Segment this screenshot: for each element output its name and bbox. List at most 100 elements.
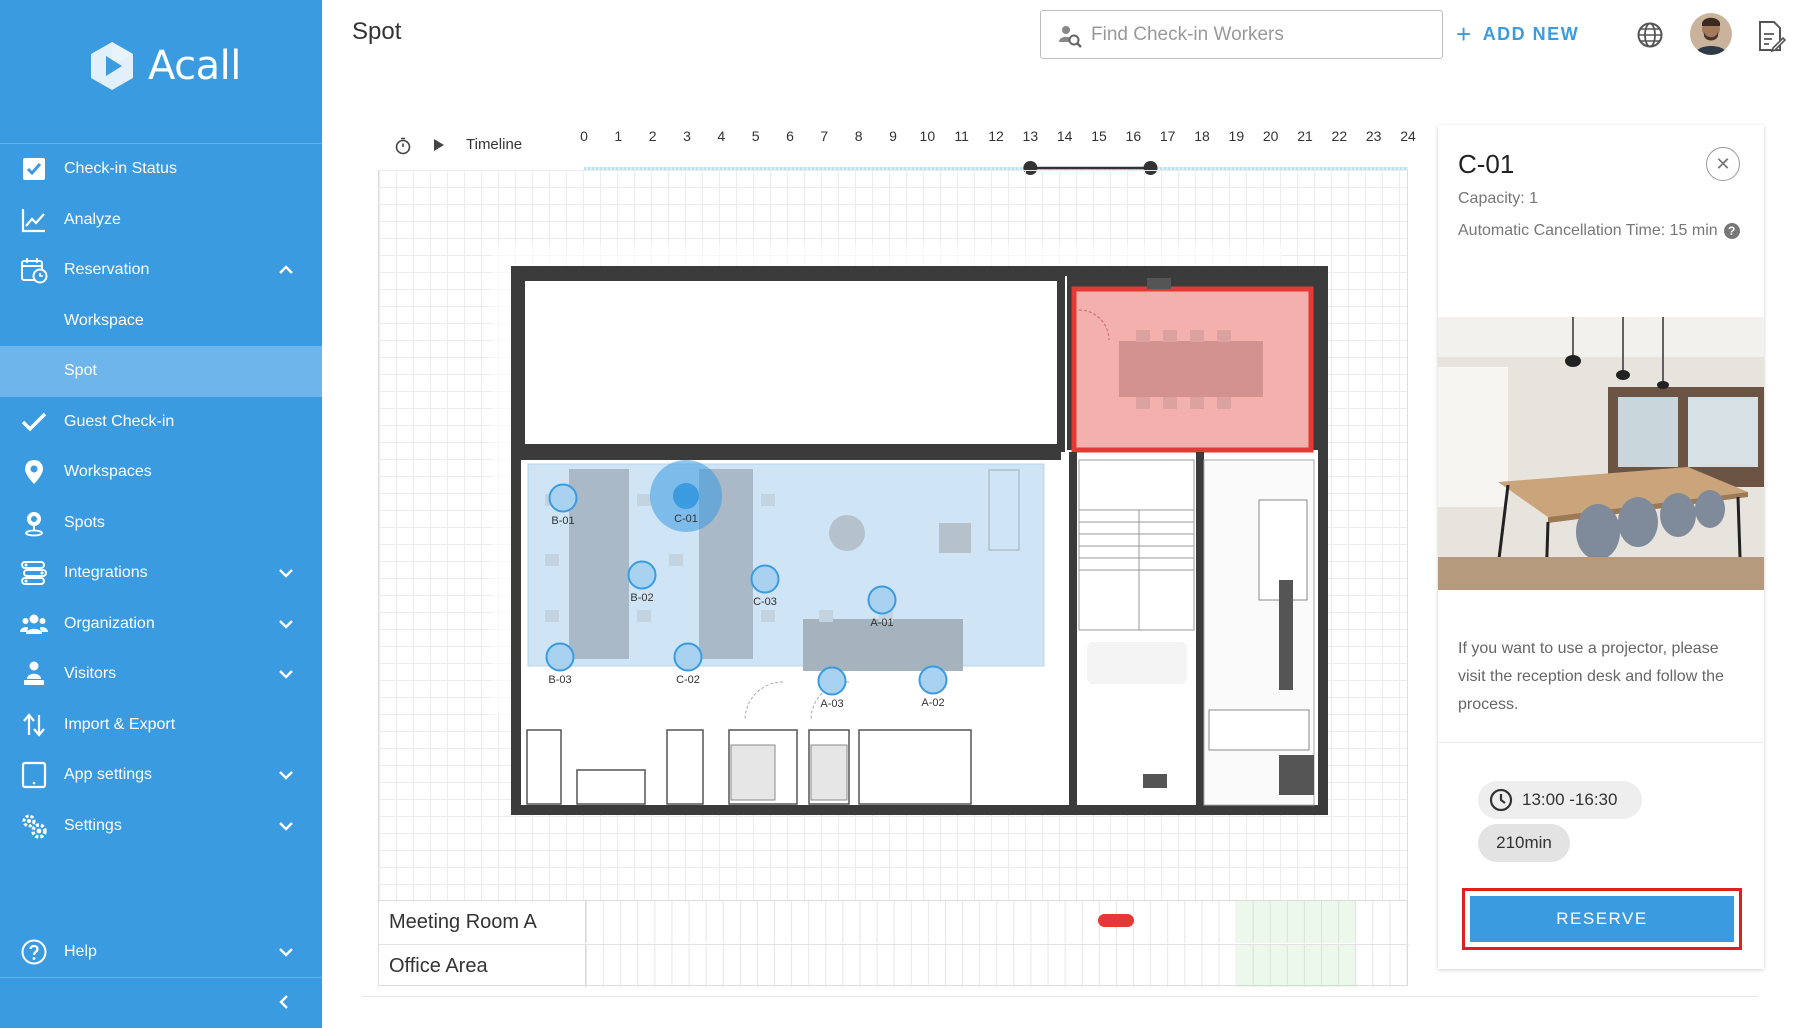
chevron-up-icon[interactable] — [276, 260, 296, 280]
spot-marker-a-02[interactable]: A-02 — [918, 665, 948, 710]
plus-icon: + — [1456, 18, 1473, 49]
location-pin-icon — [25, 511, 43, 537]
sidebar-item-integrations[interactable]: Integrations — [0, 548, 322, 599]
spot-dot[interactable] — [627, 560, 657, 590]
sidebar-item-settings[interactable]: Settings — [0, 801, 322, 852]
play-icon[interactable] — [432, 137, 446, 153]
floor-map[interactable]: B-01 C-01 B-02 C-03 A-01 B-03 C-02 A-03 A-02 — [378, 170, 1408, 900]
time-range-text: 13:00 -16:30 — [1522, 790, 1618, 809]
spot-label: C-03 — [753, 596, 777, 608]
spot-dot[interactable] — [817, 666, 847, 696]
timeline-hour-label: 19 — [1228, 128, 1245, 144]
sidebar-item-visitors[interactable]: Visitors — [0, 649, 322, 700]
sidebar: Acall Check-in Status Analyze Reservatio… — [0, 0, 322, 1028]
sidebar-item-spots[interactable]: Spots — [0, 498, 322, 549]
timeline-hour-label: 16 — [1125, 128, 1142, 144]
sidebar-item-app-settings[interactable]: App settings — [0, 750, 322, 801]
stopwatch-icon[interactable] — [394, 137, 412, 155]
sidebar-item-label: Settings — [64, 816, 122, 834]
sidebar-item-workspaces[interactable]: Workspaces — [0, 447, 322, 498]
spot-marker-b-01[interactable]: B-01 — [548, 483, 578, 528]
sidebar-item-guest-check-in[interactable]: Guest Check-in — [0, 397, 322, 448]
selected-time-band — [1237, 901, 1356, 943]
sidebar-item-label: Spot — [64, 362, 97, 380]
timeline-hour-label: 0 — [580, 128, 588, 144]
timeline-hour-label: 17 — [1159, 128, 1176, 144]
sidebar-item-label: Help — [64, 943, 97, 960]
spot-marker-a-01[interactable]: A-01 — [867, 585, 897, 630]
panel-divider — [1438, 742, 1764, 743]
spot-dot[interactable] — [918, 665, 948, 695]
spot-marker-c-02[interactable]: C-02 — [673, 642, 703, 687]
checkbox-icon — [23, 158, 45, 181]
spot-marker-b-02[interactable]: B-02 — [627, 560, 657, 605]
chevron-down-icon[interactable] — [276, 563, 296, 583]
sidebar-item-label: App settings — [64, 766, 153, 784]
sidebar-item-help[interactable]: Help — [0, 927, 322, 977]
sidebar-subitem-workspace[interactable]: Workspace — [0, 296, 322, 347]
timeline-hour-label: 4 — [717, 128, 726, 144]
spot-label: C-01 — [674, 513, 698, 525]
avatar-photo-icon — [1690, 13, 1732, 55]
chevron-down-icon[interactable] — [276, 816, 296, 836]
sidebar-item-label: Integrations — [64, 564, 148, 582]
spot-title: C-01 — [1458, 149, 1515, 179]
globe-icon[interactable] — [1636, 21, 1664, 49]
sidebar-item-analyze[interactable]: Analyze — [0, 195, 322, 246]
user-avatar[interactable] — [1690, 13, 1732, 55]
close-button[interactable]: ✕ — [1706, 147, 1740, 181]
resource-row-office-area[interactable]: Office Area — [379, 944, 1409, 987]
brand-name: Acall — [148, 43, 241, 89]
add-new-button[interactable]: + ADD NEW — [1456, 18, 1579, 50]
spot-dot[interactable] — [548, 483, 578, 513]
timeline-hour-label: 24 — [1400, 128, 1416, 144]
chevron-down-icon[interactable] — [276, 942, 296, 962]
reserve-button[interactable]: RESERVE — [1470, 896, 1734, 942]
people-icon — [20, 614, 48, 634]
spot-dot[interactable] — [673, 483, 699, 509]
spot-dot[interactable] — [545, 642, 575, 672]
spot-marker-b-03[interactable]: B-03 — [545, 642, 575, 687]
chevron-down-icon[interactable] — [276, 664, 296, 684]
duration-chip: 210min — [1478, 824, 1570, 862]
spot-label: B-02 — [630, 592, 653, 604]
search-input[interactable] — [1091, 19, 1431, 51]
acall-logo-icon — [91, 42, 133, 90]
search-box[interactable] — [1040, 10, 1443, 59]
timeline-hour-label: 9 — [889, 128, 897, 144]
spot-label: C-02 — [676, 674, 700, 686]
sidebar-item-label: Check-in Status — [64, 160, 177, 178]
spot-marker-c-01[interactable]: C-01 — [650, 460, 722, 532]
chevron-down-icon[interactable] — [276, 765, 296, 785]
map-pin-icon — [25, 460, 43, 485]
resource-timeline: Meeting Room A Office Area — [378, 900, 1409, 987]
spot-marker-c-03[interactable]: C-03 — [750, 564, 780, 609]
sidebar-subitem-spot[interactable]: Spot — [0, 346, 322, 397]
collapse-sidebar-icon[interactable] — [274, 992, 294, 1012]
sidebar-item-label: Reservation — [64, 261, 150, 279]
spot-capacity: Capacity: 1 — [1458, 190, 1539, 207]
chevron-down-icon[interactable] — [276, 614, 296, 634]
spot-dot[interactable] — [750, 564, 780, 594]
resource-row-cells[interactable] — [585, 945, 1407, 987]
spot-marker-a-03[interactable]: A-03 — [817, 666, 847, 711]
help-question-icon[interactable]: ? — [1723, 222, 1740, 239]
brand-logo[interactable]: Acall — [86, 40, 241, 92]
document-edit-icon[interactable] — [1756, 20, 1786, 52]
spot-detail-panel: C-01 ✕ Capacity: 1 Automatic Cancellatio… — [1438, 125, 1764, 969]
sidebar-item-import-export[interactable]: Import & Export — [0, 700, 322, 751]
timeline-hour-label: 15 — [1091, 128, 1107, 144]
time-range-chip: 13:00 -16:30 — [1478, 781, 1642, 819]
duration-text: 210min — [1496, 833, 1552, 852]
search-user-icon — [1059, 26, 1082, 48]
spot-dot[interactable] — [673, 642, 703, 672]
timeline-hour-label: 11 — [954, 128, 969, 144]
sidebar-item-organization[interactable]: Organization — [0, 599, 322, 650]
sidebar-item-check-in-status[interactable]: Check-in Status — [0, 144, 322, 195]
resource-row-cells[interactable] — [585, 901, 1407, 943]
calendar-clock-icon — [21, 258, 48, 284]
resource-row-meeting-room-a[interactable]: Meeting Room A — [379, 901, 1409, 944]
sidebar-item-reservation[interactable]: Reservation — [0, 245, 322, 296]
spot-dot[interactable] — [867, 585, 897, 615]
reservation-marker[interactable] — [1098, 914, 1134, 927]
